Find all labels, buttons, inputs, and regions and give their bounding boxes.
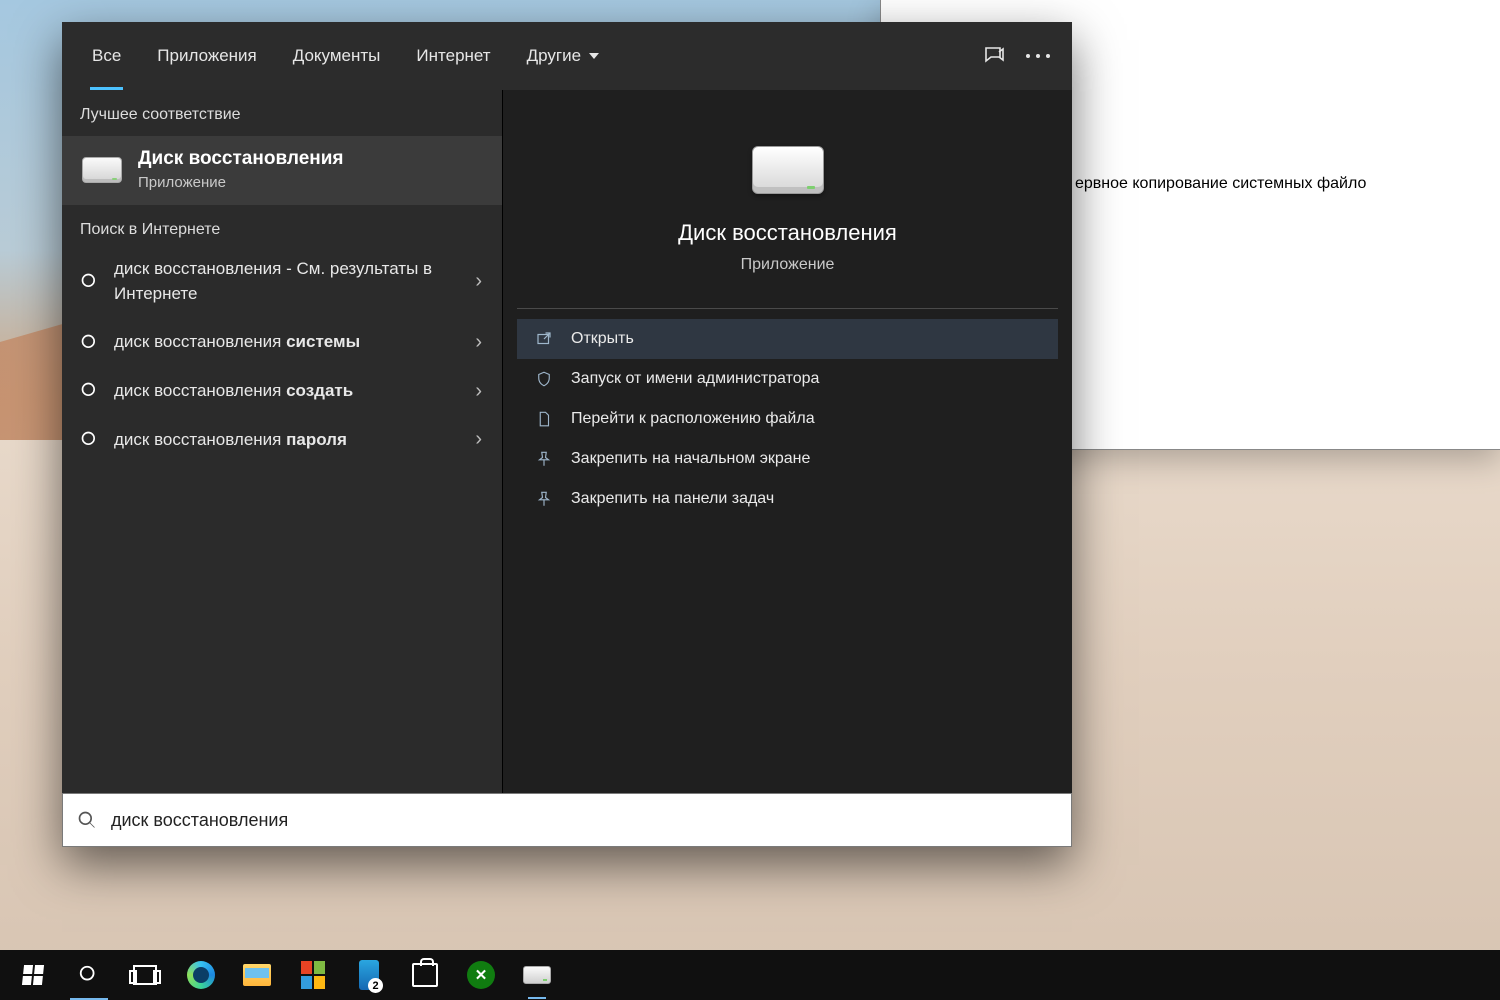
chevron-down-icon bbox=[589, 53, 599, 59]
preview-pane: Диск восстановления Приложение Открыть З… bbox=[502, 90, 1072, 847]
drive-icon bbox=[82, 157, 122, 183]
chevron-right-icon[interactable]: › bbox=[469, 331, 488, 354]
search-results-popup: Все Приложения Документы Интернет Другие… bbox=[62, 22, 1072, 847]
task-view[interactable] bbox=[118, 950, 172, 1000]
tab-internet[interactable]: Интернет bbox=[398, 22, 508, 90]
chevron-right-icon[interactable]: › bbox=[469, 428, 488, 451]
tab-other[interactable]: Другие bbox=[509, 22, 617, 90]
pin-icon bbox=[535, 450, 553, 468]
more-options-icon[interactable] bbox=[1016, 34, 1060, 78]
edge-icon bbox=[187, 961, 215, 989]
action-open[interactable]: Открыть bbox=[517, 319, 1058, 359]
search-icon bbox=[77, 810, 97, 830]
drive-icon bbox=[752, 146, 824, 194]
shield-icon bbox=[535, 370, 553, 388]
open-icon bbox=[535, 330, 553, 348]
chevron-right-icon[interactable]: › bbox=[469, 270, 488, 293]
search-query-text: диск восстановления bbox=[111, 810, 288, 831]
badge-count: 2 bbox=[368, 978, 383, 993]
task-view-icon bbox=[133, 965, 157, 985]
web-suggestion[interactable]: диск восстановления создать › bbox=[62, 367, 502, 416]
folder-icon bbox=[243, 964, 271, 986]
taskbar-xbox[interactable]: ✕ bbox=[454, 950, 508, 1000]
taskbar-recovery-drive[interactable] bbox=[510, 950, 564, 1000]
best-match-item[interactable]: Диск восстановления Приложение bbox=[62, 136, 502, 205]
preview-title: Диск восстановления bbox=[678, 220, 897, 246]
start-button[interactable] bbox=[6, 950, 60, 1000]
feedback-icon[interactable] bbox=[972, 34, 1016, 78]
best-match-title: Диск восстановления bbox=[138, 148, 344, 170]
action-pin-start[interactable]: Закрепить на начальном экране bbox=[517, 439, 1058, 479]
search-filter-tabs: Все Приложения Документы Интернет Другие bbox=[62, 22, 1072, 90]
store-icon bbox=[412, 963, 438, 987]
web-suggestion[interactable]: диск восстановления пароля › bbox=[62, 416, 502, 465]
pin-icon bbox=[535, 490, 553, 508]
taskbar-store[interactable] bbox=[398, 950, 452, 1000]
search-icon bbox=[80, 333, 100, 353]
best-match-subtitle: Приложение bbox=[138, 174, 344, 191]
search-icon bbox=[78, 964, 100, 986]
preview-subtitle: Приложение bbox=[741, 256, 835, 274]
action-pin-taskbar[interactable]: Закрепить на панели задач bbox=[517, 479, 1058, 519]
results-left-pane: Лучшее соответствие Диск восстановления … bbox=[62, 90, 502, 847]
drive-icon bbox=[523, 966, 551, 984]
search-icon bbox=[80, 272, 100, 292]
taskbar-office[interactable] bbox=[286, 950, 340, 1000]
best-match-header: Лучшее соответствие bbox=[62, 90, 502, 136]
xbox-icon: ✕ bbox=[467, 961, 495, 989]
taskbar: 2 ✕ bbox=[0, 950, 1500, 1000]
taskbar-explorer[interactable] bbox=[230, 950, 284, 1000]
search-input-bar[interactable]: диск восстановления bbox=[62, 793, 1072, 847]
background-dialog-text: ервное копирование системных файло bbox=[1075, 175, 1366, 193]
taskbar-search[interactable] bbox=[62, 950, 116, 1000]
action-run-admin[interactable]: Запуск от имени администратора bbox=[517, 359, 1058, 399]
taskbar-your-phone[interactable]: 2 bbox=[342, 950, 396, 1000]
web-search-header: Поиск в Интернете bbox=[62, 205, 502, 245]
file-icon bbox=[535, 410, 553, 428]
web-suggestion[interactable]: диск восстановления - См. результаты в И… bbox=[62, 245, 502, 318]
search-icon bbox=[80, 381, 100, 401]
windows-logo-icon bbox=[22, 965, 44, 985]
action-file-location[interactable]: Перейти к расположению файла bbox=[517, 399, 1058, 439]
tab-apps[interactable]: Приложения bbox=[139, 22, 274, 90]
tab-documents[interactable]: Документы bbox=[275, 22, 399, 90]
office-icon bbox=[301, 961, 325, 989]
tab-all[interactable]: Все bbox=[74, 22, 139, 90]
web-suggestion[interactable]: диск восстановления системы › bbox=[62, 318, 502, 367]
search-icon bbox=[80, 430, 100, 450]
taskbar-edge[interactable] bbox=[174, 950, 228, 1000]
phone-icon: 2 bbox=[359, 960, 379, 990]
chevron-right-icon[interactable]: › bbox=[469, 380, 488, 403]
